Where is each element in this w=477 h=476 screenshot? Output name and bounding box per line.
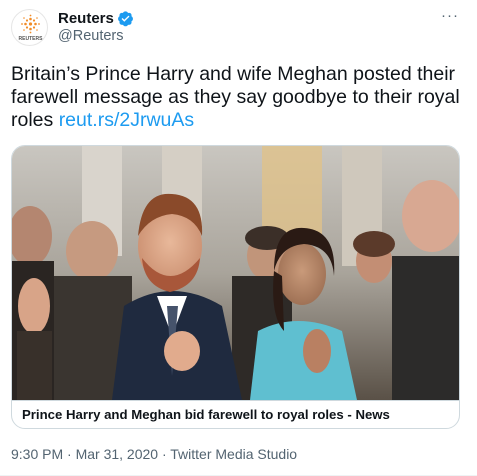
- reuters-avatar[interactable]: REUTERS: [11, 9, 48, 46]
- tweet-timestamp[interactable]: 9:30 PM · Mar 31, 2020 · Twitter Media S…: [11, 446, 297, 462]
- tweet-text: Britain’s Prince Harry and wife Meghan p…: [11, 63, 466, 132]
- card-footer[interactable]: Prince Harry and Meghan bid farewell to …: [12, 400, 459, 428]
- reuters-logo-icon: REUTERS: [19, 14, 44, 42]
- verified-badge-icon: [117, 10, 134, 27]
- account-name-row[interactable]: Reuters: [58, 10, 134, 27]
- more-options-icon[interactable]: ···: [441, 8, 459, 23]
- display-name[interactable]: Reuters: [58, 10, 114, 27]
- card-image[interactable]: [12, 146, 459, 400]
- card-title[interactable]: Prince Harry and Meghan bid farewell to …: [22, 407, 451, 422]
- reuters-logo-text: REUTERS: [19, 36, 44, 42]
- account-handle[interactable]: @Reuters: [58, 28, 124, 44]
- tweet-link[interactable]: reut.rs/2JrwuAs: [59, 109, 194, 131]
- card-photo: [12, 146, 459, 400]
- tweet[interactable]: REUTERS Reuters @Reuters ··· Britain’s P…: [0, 0, 477, 476]
- link-card[interactable]: Prince Harry and Meghan bid farewell to …: [11, 145, 460, 429]
